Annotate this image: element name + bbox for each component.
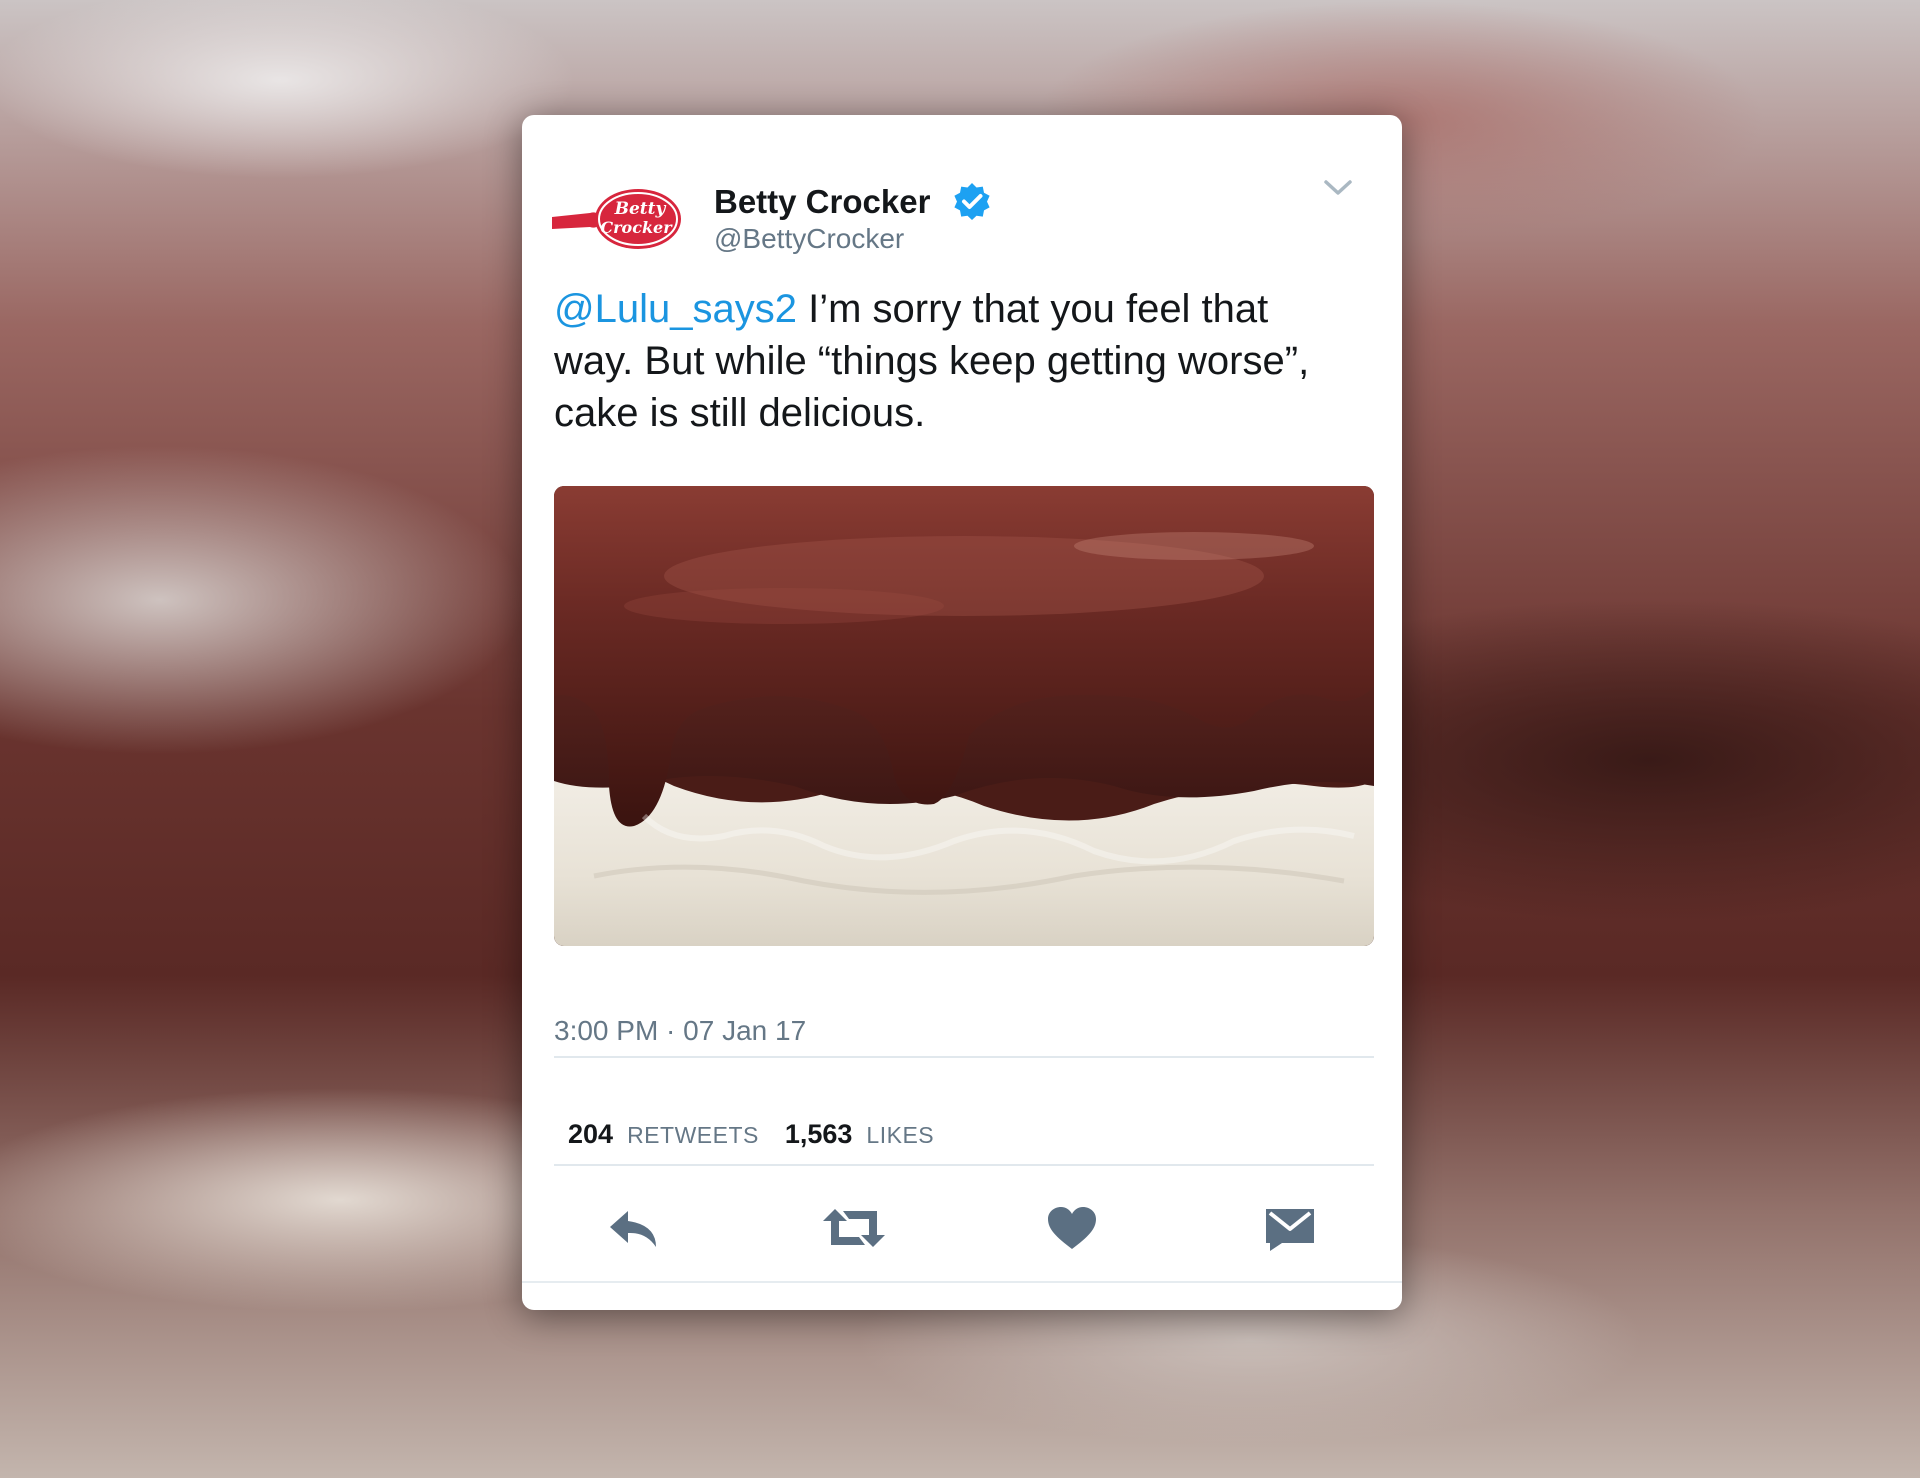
betty-crocker-logo: Betty Crocker bbox=[552, 155, 684, 267]
author-name[interactable]: Betty Crocker bbox=[714, 183, 930, 221]
tweet-stats: 204 RETWEETS 1,563 LIKES bbox=[568, 1119, 960, 1150]
tweet-card: Betty Crocker Betty Crocker @BettyCrocke… bbox=[522, 115, 1402, 1310]
tweet-timestamp[interactable]: 3:00 PM · 07 Jan 17 bbox=[554, 1015, 806, 1047]
direct-message-button[interactable] bbox=[1252, 1197, 1328, 1259]
retweet-button[interactable] bbox=[816, 1197, 892, 1259]
tweet-image[interactable] bbox=[554, 486, 1374, 946]
divider bbox=[554, 1164, 1374, 1166]
reply-icon bbox=[610, 1211, 656, 1247]
author-handle[interactable]: @BettyCrocker bbox=[714, 223, 904, 255]
tweet-text-line-2: way. But while “things keep getting wors… bbox=[554, 339, 1310, 383]
divider bbox=[554, 1056, 1374, 1058]
avatar[interactable]: Betty Crocker bbox=[552, 155, 684, 267]
like-label: LIKES bbox=[866, 1122, 935, 1148]
heart-icon bbox=[1048, 1207, 1096, 1249]
likes-stat[interactable]: 1,563 LIKES bbox=[785, 1119, 934, 1150]
like-count: 1,563 bbox=[784, 1119, 853, 1149]
retweet-icon bbox=[823, 1209, 885, 1247]
retweet-count: 204 bbox=[568, 1119, 614, 1149]
chocolate-cake-photo bbox=[554, 486, 1374, 946]
retweet-label: RETWEETS bbox=[627, 1122, 759, 1148]
divider bbox=[522, 1281, 1402, 1283]
tweet-text-line-3: cake is still delicious. bbox=[554, 391, 926, 435]
like-button[interactable] bbox=[1034, 1197, 1110, 1259]
logo-text-betty: Betty bbox=[614, 199, 667, 219]
tweet-text: @Lulu_says2 I’m sorry that you feel that… bbox=[554, 283, 1374, 439]
chevron-down-icon[interactable] bbox=[1316, 165, 1360, 209]
logo-text-crocker: Crocker bbox=[600, 218, 673, 237]
retweets-stat[interactable]: 204 RETWEETS bbox=[568, 1119, 759, 1150]
envelope-icon bbox=[1266, 1209, 1314, 1251]
reply-button[interactable] bbox=[596, 1197, 672, 1259]
verified-badge-icon bbox=[954, 183, 990, 220]
mention-link[interactable]: @Lulu_says2 bbox=[554, 287, 797, 331]
tweet-text-line-1: I’m sorry that you feel that bbox=[796, 287, 1269, 331]
